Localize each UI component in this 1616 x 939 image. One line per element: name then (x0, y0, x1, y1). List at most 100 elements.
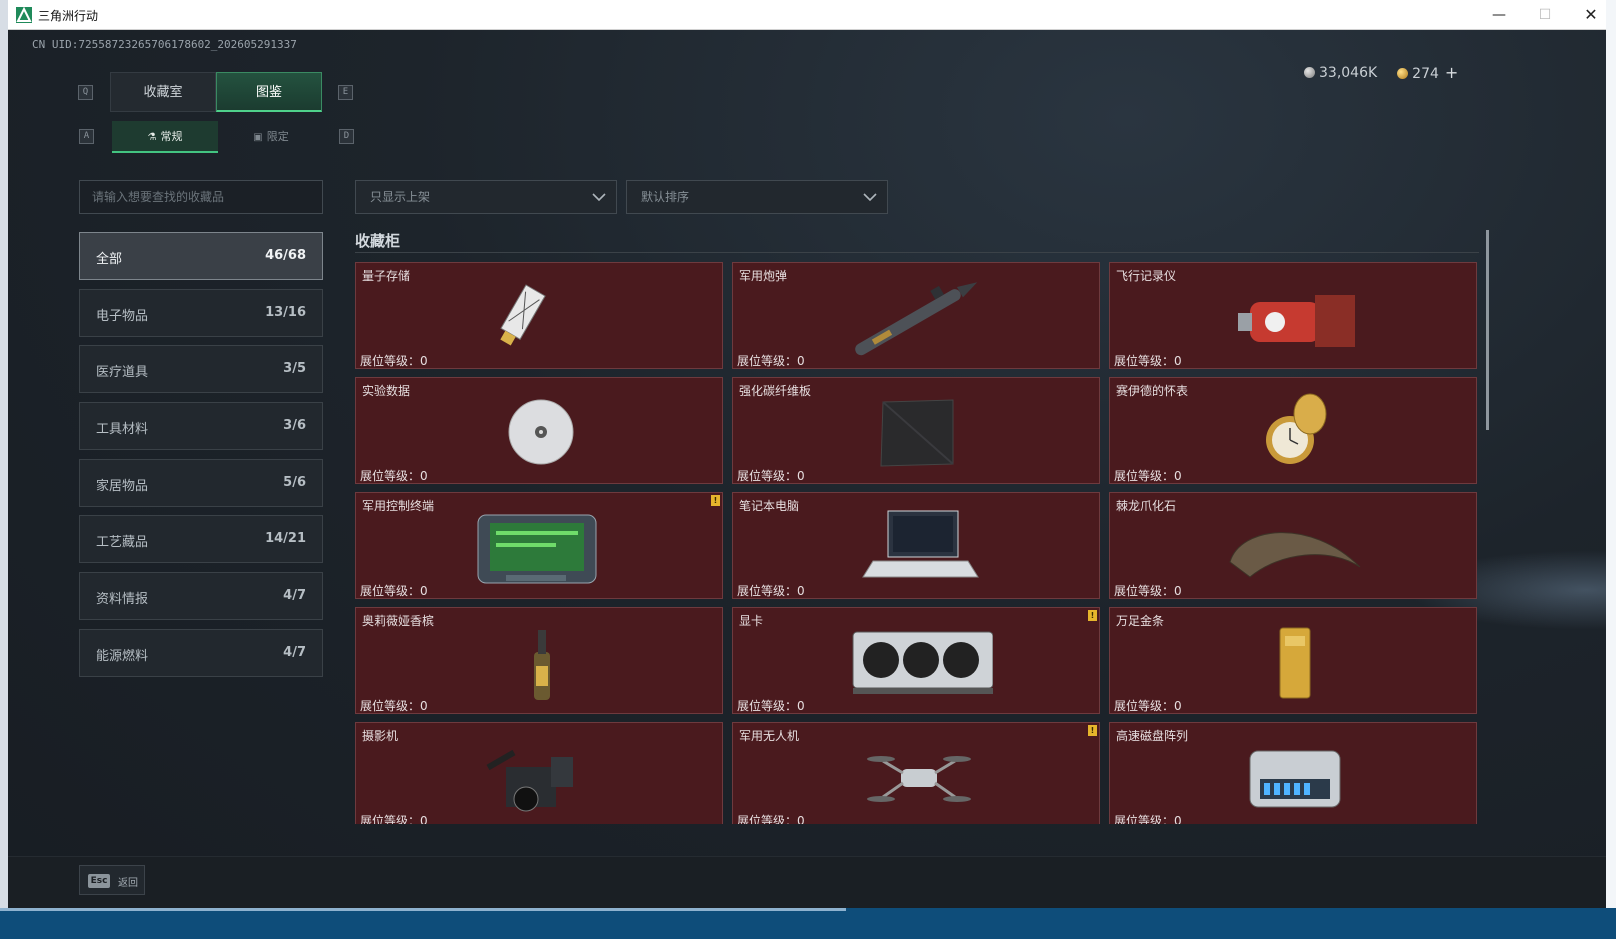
missile-icon (855, 282, 978, 356)
display-filter-dropdown[interactable]: 只显示上架 (355, 180, 617, 214)
card-icon: ▣ (253, 132, 263, 143)
collection-card[interactable]: 奥莉薇娅香槟 展位等级：0 (355, 607, 723, 714)
category-item-all[interactable]: 全部 46/68 (79, 232, 323, 280)
category-item-intel[interactable]: 资料情报 4/7 (79, 572, 323, 621)
category-item-energy[interactable]: 能源燃料 4/7 (79, 628, 323, 677)
flight-recorder-icon (1238, 295, 1355, 347)
maximize-button[interactable]: ☐ (1522, 0, 1568, 30)
category-name: 全部 (96, 252, 123, 267)
card-level: 展位等级：0 (360, 584, 428, 598)
category-name: 电子物品 (96, 308, 149, 324)
add-currency-button[interactable]: + (1445, 63, 1458, 82)
key-hint-d: D (339, 129, 354, 144)
usb-drive-icon (500, 284, 546, 346)
tab-catalog[interactable]: 图鉴 (216, 72, 322, 112)
collection-card[interactable]: 笔记本电脑 展位等级：0 (732, 492, 1100, 599)
subtab-regular-label: 常规 (160, 130, 183, 143)
category-count: 14/21 (265, 531, 306, 547)
currency-bar: 33,046K 274 + (1304, 63, 1458, 82)
card-level: 展位等级：0 (360, 469, 428, 483)
graphics-card-icon (852, 631, 993, 694)
gold-coin-icon (1397, 68, 1409, 79)
back-button[interactable]: Esc 返回 (79, 865, 145, 895)
window-title: 三角洲行动 (38, 9, 99, 23)
sub-tabs: ⚗ 常规 ▣ 限定 (112, 121, 324, 153)
category-count: 46/68 (265, 248, 306, 263)
collection-card[interactable]: 高速磁盘阵列 展位等级：0 (1109, 722, 1477, 824)
taskbar-progress (0, 908, 846, 911)
key-hint-a: A (79, 129, 94, 144)
card-name: 军用无人机 (739, 729, 800, 743)
disk-array-icon (1249, 750, 1341, 808)
category-count: 3/6 (283, 418, 306, 434)
card-name: 军用控制终端 (362, 499, 435, 513)
subtab-limited[interactable]: ▣ 限定 (218, 121, 324, 153)
pocket-watch-icon (1266, 393, 1327, 464)
section-title: 收藏柜 (355, 232, 401, 250)
card-level: 展位等级：0 (1114, 699, 1182, 713)
collection-card[interactable]: 赛伊德的怀表 展位等级：0 (1109, 377, 1477, 484)
laptop-icon (862, 510, 979, 578)
silver-amount: 33,046K (1319, 64, 1378, 81)
category-item-electronics[interactable]: 电子物品 13/16 (79, 288, 323, 337)
card-level: 展位等级：0 (1114, 354, 1182, 368)
collection-card[interactable]: 摄影机 展位等级：0 (355, 722, 723, 824)
collection-card[interactable]: 显卡 展位等级：0! (732, 607, 1100, 714)
camera-icon (486, 749, 573, 812)
collection-card[interactable]: 飞行记录仪展位等级：0 (1109, 262, 1477, 369)
category-name: 医疗道具 (96, 365, 149, 381)
card-name: 量子存储 (362, 269, 411, 283)
card-name: 军用炮弹 (739, 269, 788, 283)
game-window: 三角洲行动 — ☐ ✕ CN UID:7255872326570617860​2… (8, 0, 1606, 908)
collection-card[interactable]: 军用炮弹展位等级：0 (732, 262, 1100, 369)
grid-scrollbar[interactable] (1486, 230, 1489, 430)
card-name: 万足金条 (1116, 614, 1165, 628)
section-divider (355, 252, 1479, 253)
new-badge-icon: ! (711, 495, 720, 506)
game-viewport: CN UID:7255872326570617860​2_20260529133… (8, 30, 1606, 908)
card-name: 实验数据 (362, 384, 411, 398)
collection-card[interactable]: 强化碳纤维板 展位等级：0 (732, 377, 1100, 484)
category-count: 3/5 (283, 361, 306, 377)
category-name: 能源燃料 (96, 648, 149, 664)
champagne-icon (534, 630, 550, 700)
category-name: 工具材料 (96, 422, 149, 438)
collection-card[interactable]: 万足金条展位等级：0 (1109, 607, 1477, 714)
collection-card[interactable]: 棘龙爪化石 展位等级：0 (1109, 492, 1477, 599)
tab-collection-room[interactable]: 收藏室 (110, 72, 216, 112)
collection-card[interactable]: 军用控制终端 展位等级：0! (355, 492, 723, 599)
card-name: 飞行记录仪 (1116, 269, 1177, 283)
card-level: 展位等级：0 (737, 814, 805, 824)
uid-label: CN UID:7255872326570617860​2_20260529133… (32, 38, 297, 51)
search-input[interactable]: 请输入想要查找的收藏品 (79, 180, 323, 214)
minimize-button[interactable]: — (1476, 0, 1522, 30)
key-hint-q: Q (78, 85, 93, 100)
category-item-household[interactable]: 家居物品 5/6 (79, 458, 323, 507)
collection-card[interactable]: 军用无人机 展位等级：0! (732, 722, 1100, 824)
card-level: 展位等级：0 (737, 354, 805, 368)
collection-card[interactable]: 量子存储 展位等级：0 (355, 262, 723, 369)
taskbar (0, 908, 1616, 939)
card-name: 赛伊德的怀表 (1116, 384, 1189, 398)
key-hint-e: E (338, 85, 353, 100)
category-count: 4/7 (283, 644, 306, 660)
category-item-crafts[interactable]: 工艺藏品 14/21 (79, 515, 323, 564)
collection-card[interactable]: 实验数据展位等级：0 (355, 377, 723, 484)
category-item-tools[interactable]: 工具材料 3/6 (79, 402, 323, 451)
sort-dropdown[interactable]: 默认排序 (626, 180, 888, 214)
category-count: 5/6 (283, 474, 306, 490)
drone-icon (867, 756, 971, 802)
sort-value: 默认排序 (641, 190, 690, 204)
close-button[interactable]: ✕ (1568, 0, 1606, 30)
card-level: 展位等级：0 (1114, 584, 1182, 598)
category-name: 工艺藏品 (96, 535, 149, 551)
card-level: 展位等级：0 (360, 699, 428, 713)
card-level: 展位等级：0 (1114, 814, 1182, 824)
chevron-down-icon (592, 193, 606, 202)
subtab-regular[interactable]: ⚗ 常规 (112, 121, 218, 153)
card-name: 显卡 (739, 614, 764, 628)
display-filter-value: 只显示上架 (370, 190, 431, 204)
card-level: 展位等级：0 (360, 814, 428, 824)
category-item-medical[interactable]: 医疗道具 3/5 (79, 345, 323, 394)
card-name: 笔记本电脑 (739, 499, 800, 513)
